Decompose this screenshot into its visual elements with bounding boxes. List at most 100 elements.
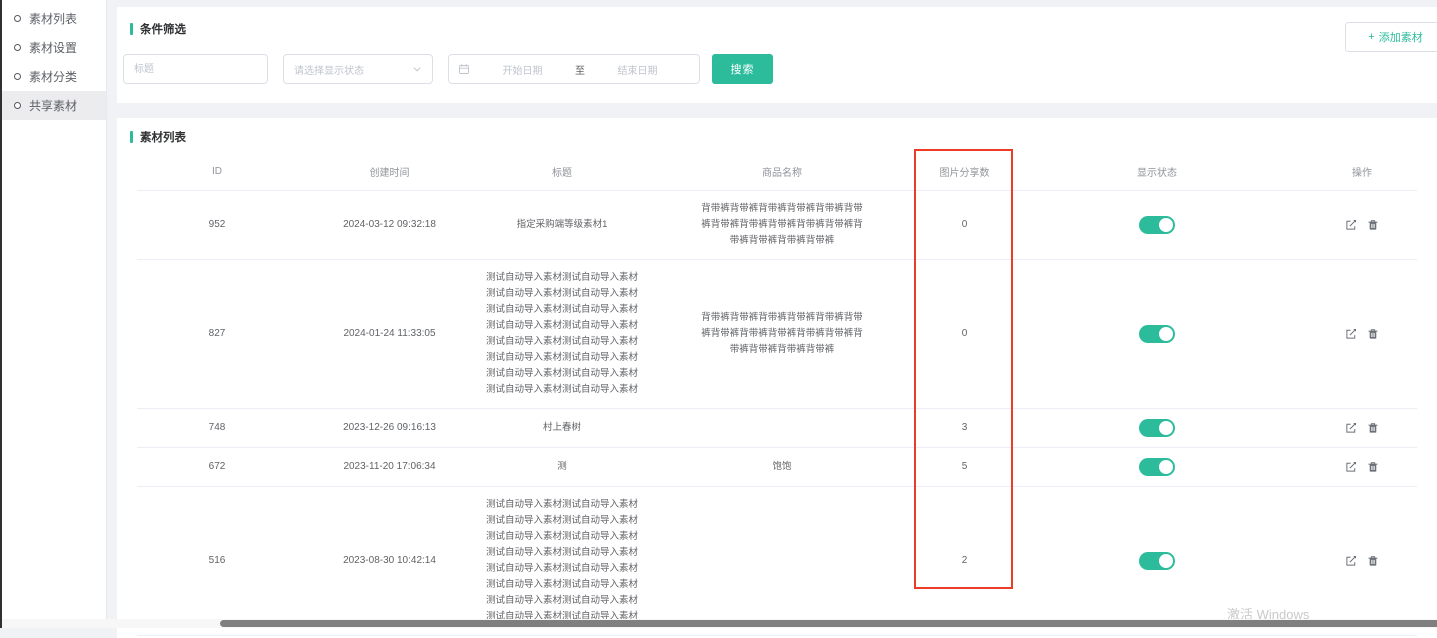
circle-bullet-icon bbox=[14, 15, 21, 22]
trash-icon bbox=[1367, 219, 1379, 231]
cell-product: 背带裤背带裤背带裤背带裤背带裤背带裤背带裤背带裤背带裤背带裤背带裤背带裤背带裤背… bbox=[642, 270, 922, 398]
cell-id: 952 bbox=[137, 201, 297, 249]
select-placeholder: 请选择显示状态 bbox=[294, 62, 364, 77]
delete-button[interactable] bbox=[1367, 219, 1379, 231]
sidebar-item-label: 素材分类 bbox=[29, 68, 77, 85]
edit-icon bbox=[1345, 461, 1357, 473]
cell-status bbox=[1007, 419, 1307, 437]
circle-bullet-icon bbox=[14, 102, 21, 109]
display-status-toggle[interactable] bbox=[1139, 216, 1175, 234]
sidebar-item-shared-material[interactable]: 共享素材 bbox=[2, 91, 106, 120]
table-header-row: ID 创建时间 标题 商品名称 图片分享数 显示状态 操作 bbox=[137, 152, 1417, 191]
date-range-picker[interactable]: 开始日期 至 结束日期 bbox=[448, 54, 700, 84]
display-status-toggle[interactable] bbox=[1139, 419, 1175, 437]
cell-created: 2023-08-30 10:42:14 bbox=[297, 497, 482, 625]
title-input-wrapper bbox=[123, 54, 268, 84]
trash-icon bbox=[1367, 461, 1379, 473]
start-date-placeholder: 开始日期 bbox=[470, 62, 575, 77]
plus-icon: + bbox=[1368, 31, 1374, 43]
delete-button[interactable] bbox=[1367, 422, 1379, 434]
toggle-knob bbox=[1159, 327, 1173, 341]
cell-title: 村上春树 bbox=[482, 419, 642, 437]
delete-button[interactable] bbox=[1367, 555, 1379, 567]
table-row: 7482023-12-26 09:16:13村上春树 3 bbox=[137, 409, 1417, 448]
cell-title: 指定采购端等级素材1 bbox=[482, 201, 642, 249]
filter-card: 条件筛选 请选择显示状态 开始日期 至 结束日期 搜索 + 添加素材 bbox=[117, 7, 1437, 103]
column-header-shares: 图片分享数 bbox=[922, 152, 1007, 190]
cell-shares: 2 bbox=[922, 497, 1007, 625]
filter-section-title: 条件筛选 bbox=[130, 21, 186, 37]
toggle-knob bbox=[1159, 460, 1173, 474]
cell-title: 测试自动导入素材测试自动导入素材测试自动导入素材测试自动导入素材测试自动导入素材… bbox=[482, 270, 642, 398]
trash-icon bbox=[1367, 422, 1379, 434]
cell-title: 测 bbox=[482, 458, 642, 476]
edit-icon bbox=[1345, 555, 1357, 567]
search-button[interactable]: 搜索 bbox=[712, 54, 773, 84]
toggle-knob bbox=[1159, 421, 1173, 435]
cell-created: 2024-03-12 09:32:18 bbox=[297, 201, 482, 249]
filter-section-title-text: 条件筛选 bbox=[140, 21, 186, 37]
cell-shares: 3 bbox=[922, 419, 1007, 437]
table-row: 8272024-01-24 11:33:05测试自动导入素材测试自动导入素材测试… bbox=[137, 260, 1417, 409]
column-header-product: 商品名称 bbox=[642, 152, 922, 190]
table-row: 6722023-11-20 17:06:34测饱饱5 bbox=[137, 448, 1417, 487]
sidebar-item-label: 素材设置 bbox=[29, 39, 77, 56]
trash-icon bbox=[1367, 328, 1379, 340]
toggle-knob bbox=[1159, 554, 1173, 568]
cell-product: 背带裤背带裤背带裤背带裤背带裤背带裤背带裤背带裤背带裤背带裤背带裤背带裤背带裤背… bbox=[642, 201, 922, 249]
edit-button[interactable] bbox=[1345, 461, 1357, 473]
cell-status bbox=[1007, 201, 1307, 249]
cell-status bbox=[1007, 458, 1307, 476]
column-header-actions: 操作 bbox=[1307, 152, 1417, 190]
cell-product bbox=[642, 497, 922, 625]
cell-id: 748 bbox=[137, 419, 297, 437]
cell-actions bbox=[1307, 458, 1417, 476]
end-date-placeholder: 结束日期 bbox=[585, 62, 690, 77]
cell-id: 672 bbox=[137, 458, 297, 476]
trash-icon bbox=[1367, 555, 1379, 567]
title-input[interactable] bbox=[124, 55, 267, 83]
horizontal-scrollbar-track bbox=[0, 619, 1437, 628]
cell-product bbox=[642, 419, 922, 437]
date-separator: 至 bbox=[575, 62, 585, 77]
display-status-select[interactable]: 请选择显示状态 bbox=[283, 54, 433, 84]
edit-button[interactable] bbox=[1345, 555, 1357, 567]
delete-button[interactable] bbox=[1367, 461, 1379, 473]
cell-actions bbox=[1307, 201, 1417, 249]
delete-button[interactable] bbox=[1367, 328, 1379, 340]
edit-button[interactable] bbox=[1345, 219, 1357, 231]
cell-actions bbox=[1307, 497, 1417, 625]
cell-actions bbox=[1307, 270, 1417, 398]
display-status-toggle[interactable] bbox=[1139, 325, 1175, 343]
column-header-id: ID bbox=[137, 152, 297, 190]
add-material-button[interactable]: + 添加素材 bbox=[1345, 22, 1437, 52]
material-table: ID 创建时间 标题 商品名称 图片分享数 显示状态 操作 9522024-03… bbox=[137, 152, 1417, 636]
sidebar: 素材列表 素材设置 素材分类 共享素材 bbox=[2, 0, 107, 628]
cell-created: 2023-12-26 09:16:13 bbox=[297, 419, 482, 437]
sidebar-item-material-settings[interactable]: 素材设置 bbox=[2, 33, 106, 62]
display-status-toggle[interactable] bbox=[1139, 552, 1175, 570]
edit-button[interactable] bbox=[1345, 328, 1357, 340]
edit-icon bbox=[1345, 219, 1357, 231]
sidebar-item-material-list[interactable]: 素材列表 bbox=[2, 4, 106, 33]
column-header-title: 标题 bbox=[482, 152, 642, 190]
sidebar-item-label: 素材列表 bbox=[29, 10, 77, 27]
sidebar-item-label: 共享素材 bbox=[29, 97, 77, 114]
cell-product: 饱饱 bbox=[642, 458, 922, 476]
section-bar bbox=[130, 131, 133, 143]
cell-actions bbox=[1307, 419, 1417, 437]
sidebar-item-material-category[interactable]: 素材分类 bbox=[2, 62, 106, 91]
horizontal-scrollbar-thumb[interactable] bbox=[220, 620, 1437, 627]
display-status-toggle[interactable] bbox=[1139, 458, 1175, 476]
cell-shares: 5 bbox=[922, 458, 1007, 476]
section-bar bbox=[130, 23, 133, 35]
edit-button[interactable] bbox=[1345, 422, 1357, 434]
table-row: 5162023-08-30 10:42:14测试自动导入素材测试自动导入素材测试… bbox=[137, 487, 1417, 636]
cell-shares: 0 bbox=[922, 270, 1007, 398]
cell-status bbox=[1007, 270, 1307, 398]
column-header-created: 创建时间 bbox=[297, 152, 482, 190]
cell-created: 2023-11-20 17:06:34 bbox=[297, 458, 482, 476]
edit-icon bbox=[1345, 422, 1357, 434]
edit-icon bbox=[1345, 328, 1357, 340]
column-header-status: 显示状态 bbox=[1007, 152, 1307, 190]
